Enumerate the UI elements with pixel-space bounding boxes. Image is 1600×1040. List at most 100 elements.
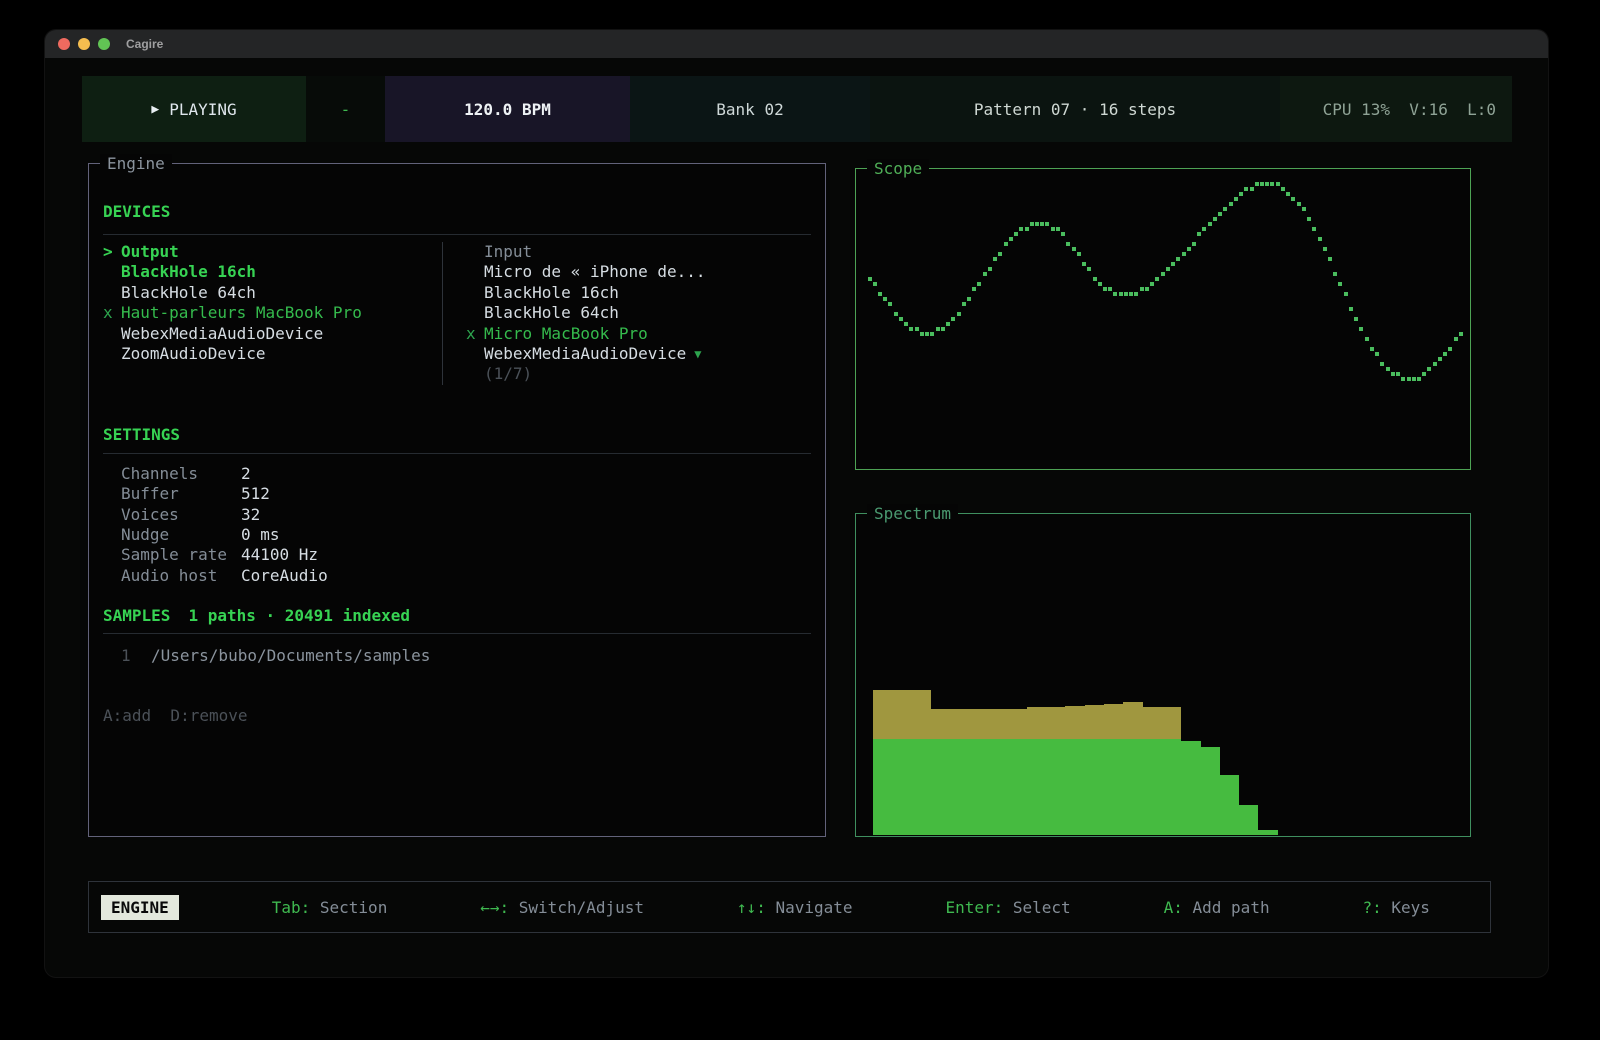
input-device-item[interactable]: BlackHole 16ch [466, 283, 811, 303]
bank-display: Bank 02 [630, 76, 870, 142]
scope-sample-dot [1213, 217, 1217, 221]
scope-sample-dot [1448, 347, 1452, 351]
spectrum-peak-bar [873, 690, 893, 738]
output-header: Output [121, 242, 179, 262]
scope-sample-dot [1129, 292, 1133, 296]
zoom-window-button[interactable] [98, 38, 110, 50]
scope-sample-dot [977, 282, 981, 286]
engine-panel: Engine DEVICES > Output BlackHole 16ch [88, 163, 826, 837]
spectrum-level-bar [1065, 739, 1085, 835]
spectrum-peak-bar [988, 709, 1008, 739]
scope-sample-dot [983, 272, 987, 276]
spectrum-level-bar [1220, 775, 1240, 835]
scope-sample-dot [1009, 237, 1013, 241]
device-lists: > Output BlackHole 16ch BlackHole 64ch x… [103, 242, 811, 385]
scope-panel: Scope [855, 168, 1471, 470]
spectrum-peak-bar [1123, 702, 1143, 738]
minimize-window-button[interactable] [78, 38, 90, 50]
titlebar[interactable]: Cagire [45, 30, 1548, 58]
scope-sample-dot [1004, 242, 1008, 246]
scope-sample-dot [1150, 282, 1154, 286]
scope-sample-dot [1072, 247, 1076, 251]
scope-sample-dot [1113, 292, 1117, 296]
output-device-item[interactable]: BlackHole 16ch [103, 262, 442, 282]
spectrum-level-bar [1046, 739, 1066, 835]
spectrum-level-bar [1104, 739, 1124, 835]
scope-sample-dot [1239, 192, 1243, 196]
spectrum-level-bar [931, 739, 951, 835]
scope-sample-dot [1370, 347, 1374, 351]
scope-sample-dot [1417, 377, 1421, 381]
samples-heading: SAMPLES 1 paths · 20491 indexed [103, 606, 811, 626]
input-device-column: Input Micro de « iPhone de... BlackHole … [443, 242, 811, 385]
spectrum-peak-bar [1046, 707, 1066, 739]
scope-sample-dot [1098, 282, 1102, 286]
close-window-button[interactable] [58, 38, 70, 50]
output-cursor: > [103, 242, 121, 262]
setting-row[interactable]: Channels 2 [103, 464, 811, 484]
scope-sample-dot [1223, 207, 1227, 211]
spectrum-level-bar [1181, 741, 1201, 835]
input-device-pager: (1/7) [466, 364, 811, 384]
devices-heading: DEVICES [103, 202, 811, 222]
scope-sample-dot [1291, 197, 1295, 201]
scope-sample-dot [1061, 232, 1065, 236]
spectrum-level-bar [1162, 739, 1182, 835]
scope-sample-dot [1312, 227, 1316, 231]
spectrum-level-bar [1008, 739, 1028, 835]
output-device-item[interactable]: BlackHole 64ch [103, 283, 442, 303]
scope-sample-dot [1171, 262, 1175, 266]
setting-row[interactable]: Audio host CoreAudio [103, 566, 811, 586]
setting-row[interactable]: Sample rate 44100 Hz [103, 545, 811, 565]
setting-row[interactable]: Voices 32 [103, 505, 811, 525]
scope-sample-dot [930, 332, 934, 336]
scope-sample-dot [1103, 287, 1107, 291]
scope-sample-dot [1318, 237, 1322, 241]
scope-sample-dot [1443, 352, 1447, 356]
input-device-item[interactable]: x Micro MacBook Pro [466, 324, 811, 344]
scope-sample-dot [1176, 257, 1180, 261]
scope-sample-dot [946, 322, 950, 326]
setting-row[interactable]: Nudge 0 ms [103, 525, 811, 545]
scope-sample-dot [1307, 217, 1311, 221]
scope-sample-dot [1025, 227, 1029, 231]
scope-sample-dot [1087, 267, 1091, 271]
scope-sample-dot [873, 282, 877, 286]
setting-row[interactable]: Buffer 512 [103, 484, 811, 504]
scope-sample-dot [1396, 372, 1400, 376]
scope-sample-dot [998, 252, 1002, 256]
separator [103, 633, 811, 634]
input-device-item[interactable]: WebexMediaAudioDevice ▼ [466, 344, 811, 364]
input-device-item[interactable]: Micro de « iPhone de... [466, 262, 811, 282]
scope-sample-dot [1333, 272, 1337, 276]
scope-sample-dot [1166, 267, 1170, 271]
spectrum-level-bar [1239, 805, 1259, 835]
scope-canvas [856, 169, 1470, 469]
spectrum-peak-bar [911, 690, 931, 738]
scope-sample-dot [1051, 227, 1055, 231]
spectrum-level-bar [950, 739, 970, 835]
scope-sample-dot [1386, 367, 1390, 371]
output-device-item[interactable]: ZoomAudioDevice [103, 344, 442, 364]
spectrum-level-bar [892, 739, 912, 835]
scope-sample-dot [1270, 182, 1274, 186]
scope-sample-dot [1119, 292, 1123, 296]
spectrum-level-bar [873, 739, 893, 835]
scope-sample-dot [925, 332, 929, 336]
scope-sample-dot [883, 297, 887, 301]
scope-sample-dot [1286, 192, 1290, 196]
output-device-item[interactable]: WebexMediaAudioDevice [103, 324, 442, 344]
scope-sample-dot [1365, 337, 1369, 341]
scope-sample-dot [936, 327, 940, 331]
scope-sample-dot [1218, 212, 1222, 216]
scope-sample-dot [1454, 337, 1458, 341]
sample-path-row[interactable]: 1 /Users/bubo/Documents/samples [103, 646, 811, 666]
samples-meta: 1 paths · 20491 indexed [188, 606, 410, 626]
spectrum-level-bar [1123, 739, 1143, 835]
scope-sample-dot [1187, 247, 1191, 251]
scope-sample-dot [1019, 227, 1023, 231]
input-device-item[interactable]: BlackHole 64ch [466, 303, 811, 323]
scope-sample-dot [888, 302, 892, 306]
scope-sample-dot [909, 327, 913, 331]
output-device-item[interactable]: x Haut-parleurs MacBook Pro [103, 303, 442, 323]
